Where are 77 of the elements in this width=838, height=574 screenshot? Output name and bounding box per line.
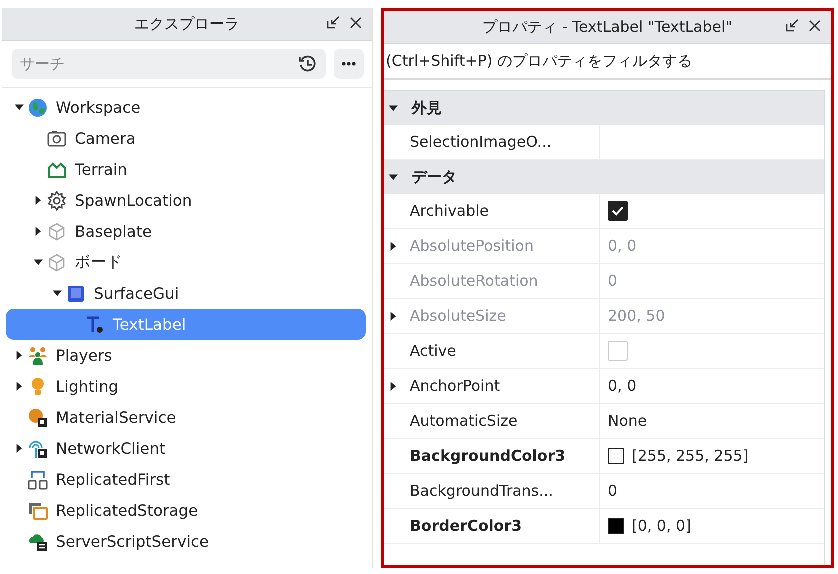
expand-arrow-icon[interactable]: [14, 382, 24, 391]
tree-item[interactable]: SpawnLocation: [6, 185, 366, 216]
screen-icon: [66, 284, 86, 304]
section-header[interactable]: データ: [384, 160, 824, 194]
property-name: AbsoluteRotation: [410, 272, 538, 290]
property-value: 0, 0: [608, 237, 637, 255]
search-field[interactable]: サーチ: [12, 49, 326, 79]
property-value: 0: [608, 272, 618, 290]
tree-item[interactable]: Camera: [6, 123, 366, 154]
property-name: BackgroundColor3: [410, 447, 566, 465]
tree-item[interactable]: ServerScriptService: [6, 526, 366, 557]
history-icon[interactable]: [298, 54, 318, 74]
collapse-arrow-icon[interactable]: [52, 289, 62, 298]
text-tag-icon: [85, 314, 105, 334]
panel-title: エクスプローラ: [134, 14, 240, 34]
property-value: [255, 255, 255]: [632, 447, 749, 465]
globe-icon: [28, 98, 48, 118]
undock-icon[interactable]: [786, 19, 799, 32]
expand-arrow-icon[interactable]: [14, 444, 24, 453]
property-name: AutomaticSize: [410, 412, 518, 430]
property-name: AnchorPoint: [410, 377, 500, 395]
antenna-icon: [28, 438, 48, 458]
property-name: AbsolutePosition: [410, 237, 534, 255]
expand-arrow-icon[interactable]: [388, 382, 398, 390]
property-name: BackgroundTrans...: [410, 482, 554, 500]
collapse-arrow-icon[interactable]: [388, 104, 398, 112]
property-name: AbsoluteSize: [410, 307, 506, 325]
tree-item[interactable]: Workspace: [6, 92, 366, 123]
checkmark-icon: [612, 206, 624, 216]
checkbox[interactable]: [608, 201, 628, 221]
tree-item[interactable]: MaterialService: [6, 402, 366, 433]
expand-arrow-icon[interactable]: [388, 242, 398, 250]
tree-item[interactable]: Players: [6, 340, 366, 371]
more-icon: [342, 62, 356, 66]
property-name: BorderColor3: [410, 517, 522, 535]
tree-item[interactable]: NetworkClient: [6, 433, 366, 464]
section-header[interactable]: 外見: [384, 91, 824, 125]
close-icon[interactable]: [350, 16, 362, 28]
property-value: None: [608, 412, 648, 430]
property-name: Archivable: [410, 202, 490, 220]
tree-item[interactable]: ReplicatedStorage: [6, 495, 366, 526]
color-swatch[interactable]: [608, 448, 624, 464]
tree-item[interactable]: ReplicatedFirst: [6, 464, 366, 495]
collapse-arrow-icon[interactable]: [388, 172, 398, 182]
tree-item[interactable]: Baseplate: [6, 216, 366, 247]
tree-item[interactable]: Terrain: [6, 154, 366, 185]
expand-arrow-icon[interactable]: [14, 351, 24, 360]
color-swatch[interactable]: [608, 518, 624, 534]
cube-icon: [47, 252, 67, 272]
palette-icon: [28, 408, 48, 428]
panel-title: プロパティ - TextLabel "TextLabel": [482, 18, 733, 36]
expand-arrow-icon[interactable]: [34, 196, 42, 205]
tree-item[interactable]: ボード: [6, 247, 366, 278]
expand-arrow-icon[interactable]: [34, 227, 42, 236]
property-value: 0: [608, 482, 618, 500]
tree-item[interactable]: SurfaceGui: [6, 278, 366, 309]
camera-icon: [47, 128, 67, 148]
transfer-icon: [28, 470, 48, 490]
collapse-arrow-icon[interactable]: [34, 258, 42, 267]
section-title: データ: [412, 168, 457, 186]
cloud-script-icon: [28, 532, 48, 552]
property-value: 0, 0: [608, 377, 637, 395]
property-name: SelectionImageO...: [410, 133, 552, 151]
people-icon: [28, 346, 48, 366]
storage-icon: [28, 500, 48, 520]
section-title: 外見: [412, 98, 442, 118]
collapse-arrow-icon[interactable]: [14, 103, 24, 112]
property-name: Active: [410, 342, 456, 360]
property-value: [0, 0, 0]: [632, 517, 692, 535]
close-icon[interactable]: [809, 20, 821, 32]
undock-icon[interactable]: [327, 16, 340, 29]
property-value: 200, 50: [608, 307, 666, 325]
gear-icon: [47, 190, 67, 210]
more-button[interactable]: [334, 49, 364, 79]
expand-arrow-icon[interactable]: [388, 312, 398, 320]
tree-item[interactable]: Lighting: [6, 371, 366, 402]
cube-icon: [47, 222, 67, 242]
